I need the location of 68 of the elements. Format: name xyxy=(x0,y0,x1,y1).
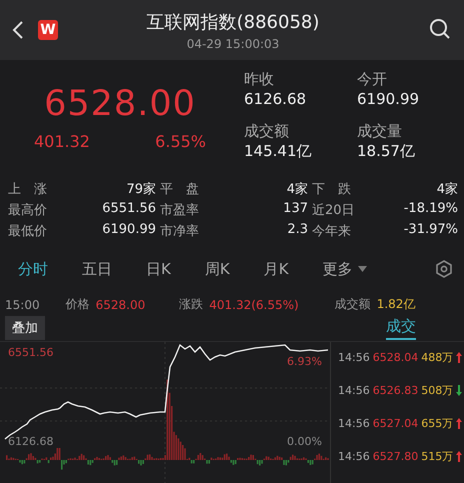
base-percent-label: 0.00% xyxy=(287,435,322,448)
price-value: 6528.00 xyxy=(96,298,146,312)
summary-label: 昨收 xyxy=(244,70,275,89)
stat-label: 平 盘 xyxy=(160,181,199,198)
summary-value: 6126.68 xyxy=(244,90,308,108)
trade-volume: 508万 xyxy=(421,383,454,398)
amount-value: 1.82亿 xyxy=(376,296,416,313)
app-logo: W xyxy=(38,20,58,40)
chart-tab[interactable]: 更多 xyxy=(322,260,367,278)
overlay-button[interactable]: 叠加 xyxy=(5,316,45,340)
stat-value: 6190.99 xyxy=(102,222,156,239)
summary-label: 成交额 xyxy=(244,122,290,140)
current-price: 6528.00 xyxy=(44,84,196,124)
price-change: 401.32 xyxy=(34,132,90,151)
base-price-label: 6126.68 xyxy=(8,435,54,448)
trade-volume: 655万 xyxy=(421,416,454,431)
timestamp: 04-29 15:00:03 xyxy=(186,36,280,50)
dropdown-caret-icon xyxy=(358,266,367,272)
high-percent-label: 6.93% xyxy=(287,355,322,368)
price-label: 价格 xyxy=(66,296,90,313)
stat-label: 上 涨 xyxy=(8,181,47,198)
change-label: 涨跌 xyxy=(179,296,204,313)
back-icon xyxy=(12,20,24,40)
trade-time: 14:56 xyxy=(338,417,370,430)
stat-value: -18.19% xyxy=(404,201,458,218)
stat-label: 近20日 xyxy=(312,202,355,219)
trade-time: 14:56 xyxy=(338,450,370,463)
amount-label: 成交额 xyxy=(334,296,371,313)
trade-price: 6527.80 xyxy=(372,450,418,463)
stat-value: 2.3 xyxy=(287,222,308,239)
trade-price: 6526.83 xyxy=(372,384,418,397)
stat-label: 市盈率 xyxy=(160,202,199,219)
summary-value: 145.41亿 xyxy=(244,142,312,160)
trade-time: 14:56 xyxy=(338,384,370,397)
trade-time: 14:56 xyxy=(338,351,370,364)
trades-tab[interactable]: 成交 xyxy=(386,316,416,340)
summary-value: 18.57亿 xyxy=(357,142,416,160)
trade-volume: 515万 xyxy=(421,449,454,464)
settings-button[interactable] xyxy=(436,260,452,278)
page-title: 互联网指数(886058) xyxy=(146,10,320,34)
trade-price: 6527.04 xyxy=(372,417,418,430)
percent-change: 6.55% xyxy=(155,132,206,151)
stat-value: 79家 xyxy=(126,181,156,198)
chart-tab[interactable]: 分时 xyxy=(18,260,48,278)
stat-value: 4家 xyxy=(286,181,308,198)
search-icon xyxy=(429,18,451,40)
change-value: 401.32(6.55%) xyxy=(209,298,299,312)
summary-label: 今开 xyxy=(357,70,388,89)
chart-tab[interactable]: 周K xyxy=(204,260,230,278)
stat-label: 下 跌 xyxy=(312,181,351,198)
stat-value: 4家 xyxy=(436,181,458,198)
stat-label: 最低价 xyxy=(8,223,47,240)
trade-price: 6528.04 xyxy=(372,351,418,364)
chart-tab[interactable]: 月K xyxy=(264,260,289,278)
summary-value: 6190.99 xyxy=(357,90,420,108)
stat-value: -31.97% xyxy=(404,222,458,239)
stat-label: 最高价 xyxy=(8,202,47,219)
stat-label: 市净率 xyxy=(160,223,199,240)
chart-tab[interactable]: 五日 xyxy=(82,260,112,278)
stat-value: 137 xyxy=(283,201,308,218)
chart-tab[interactable]: 日K xyxy=(146,260,171,278)
time-value: 15:00 xyxy=(5,298,40,312)
stat-value: 6551.56 xyxy=(102,201,156,218)
summary-label: 成交量 xyxy=(357,122,403,140)
stat-label: 今年来 xyxy=(312,223,351,240)
high-price-label: 6551.56 xyxy=(8,346,54,359)
trade-volume: 488万 xyxy=(421,350,454,365)
settings-icon xyxy=(436,260,452,278)
